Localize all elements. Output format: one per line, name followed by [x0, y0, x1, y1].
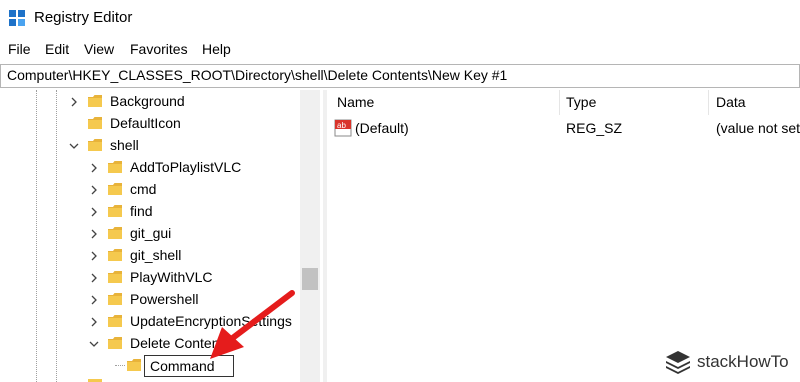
menu-edit[interactable]: Edit — [45, 41, 69, 57]
tree-item-defaulticon[interactable]: DefaultIcon — [0, 113, 300, 135]
menu-bar: File Edit View Favorites Help — [0, 37, 800, 63]
tree-item-label: PlayWithVLC — [130, 269, 213, 285]
chevron-down-icon[interactable] — [67, 139, 81, 153]
folder-open-icon — [108, 337, 122, 349]
chevron-right-icon[interactable] — [67, 95, 81, 109]
tree-item-label: cmd — [130, 181, 157, 197]
chevron-right-icon[interactable] — [87, 315, 101, 329]
tree-item-background[interactable]: Background — [0, 91, 300, 113]
tree-item-shell[interactable]: shell — [0, 135, 300, 157]
chevron-down-icon[interactable] — [87, 337, 101, 351]
menu-help[interactable]: Help — [202, 41, 231, 57]
value-type: REG_SZ — [566, 120, 623, 136]
scrollbar-thumb[interactable] — [302, 268, 318, 290]
tree-item-label: Background — [110, 93, 185, 109]
folder-icon — [108, 161, 122, 173]
folder-icon — [108, 227, 122, 239]
tree-item-cmd[interactable]: cmd — [0, 179, 300, 201]
menu-file[interactable]: File — [8, 41, 31, 57]
folder-open-icon — [88, 139, 102, 151]
svg-text:ab: ab — [337, 121, 346, 130]
watermark-text: stackHowTo — [697, 352, 789, 371]
folder-icon — [108, 293, 122, 305]
tree-item-label: DefaultIcon — [110, 115, 181, 131]
chevron-right-icon[interactable] — [87, 205, 101, 219]
tree-item-label: AddToPlaylistVLC — [130, 159, 242, 175]
tree-scrollbar[interactable] — [300, 90, 320, 382]
tree-connector — [115, 365, 125, 366]
tree-item-find[interactable]: find — [0, 201, 300, 223]
string-value-icon: ab — [334, 119, 352, 137]
chevron-right-icon[interactable] — [87, 271, 101, 285]
tree-item-label: git_gui — [130, 225, 172, 241]
chevron-right-icon[interactable] — [87, 227, 101, 241]
values-pane[interactable]: Name Type Data ab (Default) REG_SZ (valu… — [328, 90, 800, 382]
window-title: Registry Editor — [34, 9, 133, 26]
tree-item-git-gui[interactable]: git_gui — [0, 223, 300, 245]
table-row[interactable]: ab (Default) REG_SZ (value not set) — [328, 90, 800, 150]
value-data: (value not set) — [716, 120, 800, 136]
folder-icon — [108, 315, 122, 327]
folder-icon — [108, 249, 122, 261]
chevron-right-icon[interactable] — [87, 249, 101, 263]
tree-item-label: find — [130, 203, 153, 219]
tree-item-addtoplaylistvlc[interactable]: AddToPlaylistVLC — [0, 157, 300, 179]
menu-view[interactable]: View — [84, 41, 114, 57]
folder-icon — [108, 205, 122, 217]
folder-icon — [88, 95, 102, 107]
folder-icon — [108, 271, 122, 283]
pane-splitter[interactable] — [323, 90, 327, 382]
folder-icon — [127, 359, 141, 371]
tree-item-git-shell[interactable]: git_shell — [0, 245, 300, 267]
chevron-right-icon[interactable] — [87, 293, 101, 307]
folder-icon — [88, 117, 102, 129]
tree-item-label: git_shell — [130, 247, 182, 263]
menu-favorites[interactable]: Favorites — [130, 41, 188, 57]
annotation-arrow — [210, 290, 295, 359]
registry-editor-icon — [9, 10, 25, 26]
folder-icon — [108, 183, 122, 195]
watermark: stackHowTo — [665, 348, 795, 376]
chevron-right-icon[interactable] — [87, 183, 101, 197]
value-name: (Default) — [355, 120, 409, 136]
tree-item-label: Powershell — [130, 291, 199, 307]
tree-item-label: shell — [110, 137, 139, 153]
address-path: Computer\HKEY_CLASSES_ROOT\Directory\she… — [7, 67, 508, 83]
stack-logo-icon — [666, 351, 690, 374]
title-bar: Registry Editor — [0, 0, 800, 36]
address-bar[interactable]: Computer\HKEY_CLASSES_ROOT\Directory\she… — [0, 64, 800, 88]
chevron-right-icon[interactable] — [87, 161, 101, 175]
